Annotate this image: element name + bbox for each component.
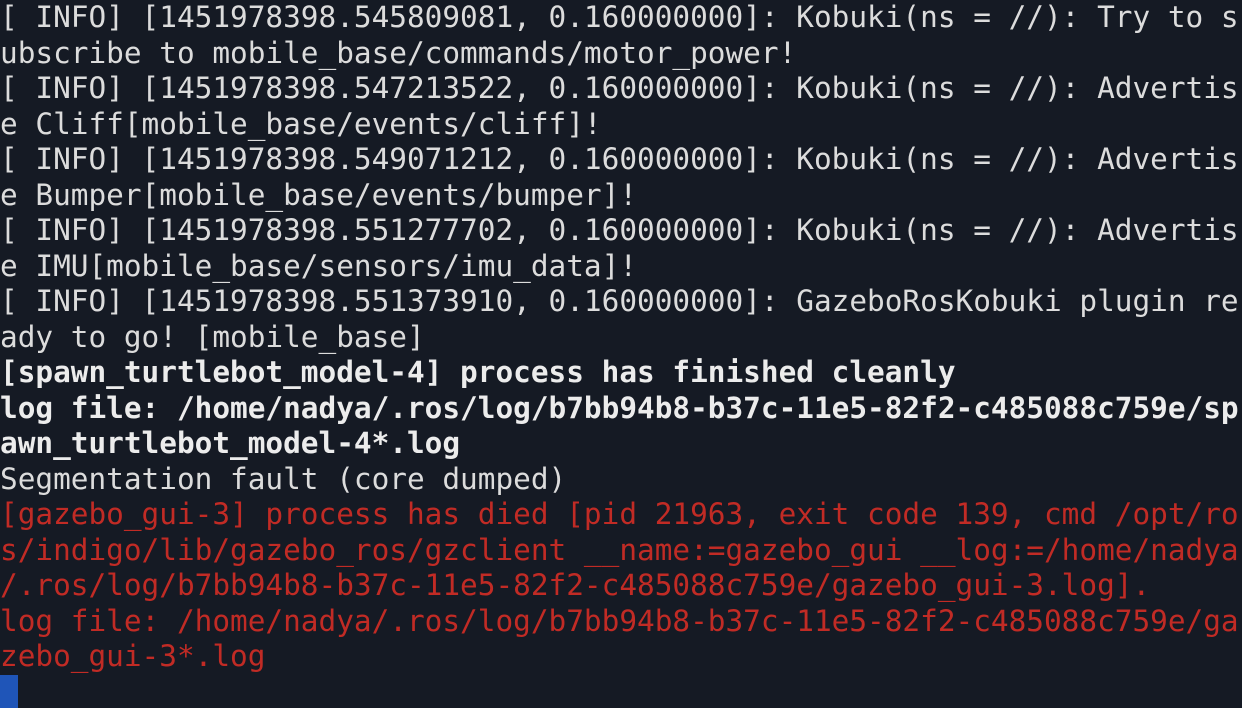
log-line-info: [ INFO] [1451978398.551277702, 0.1600000… — [0, 213, 1239, 247]
process-finished-line: [spawn_turtlebot_model-4] process has fi… — [0, 355, 956, 389]
log-line-info: e Cliff[mobile_base/events/cliff]! — [0, 106, 602, 141]
log-line-info: [ INFO] [1451978398.549071212, 0.1600000… — [0, 142, 1239, 176]
error-line: s/indigo/lib/gazebo_ros/gzclient __name:… — [0, 532, 1239, 567]
error-line: /.ros/log/b7bb94b8-b37c-11e5-82f2-c48508… — [0, 568, 1151, 602]
log-line-info: e Bumper[mobile_base/events/bumper]! — [0, 177, 638, 212]
log-line-info: [ INFO] [1451978398.551373910, 0.1600000… — [0, 284, 1239, 318]
log-file-line: log file: /home/nadya/.ros/log/b7bb94b8-… — [0, 390, 1239, 425]
log-line-info: [ INFO] [1451978398.547213522, 0.1600000… — [0, 71, 1239, 105]
log-line-info: e IMU[mobile_base/sensors/imu_data]! — [0, 248, 638, 283]
terminal-output: [ INFO] [1451978398.545809081, 0.1600000… — [0, 0, 1242, 675]
error-line: log file: /home/nadya/.ros/log/b7bb94b8-… — [0, 603, 1239, 638]
segfault-line: Segmentation fault (core dumped) — [0, 461, 567, 496]
terminal-window[interactable]: [ INFO] [1451978398.545809081, 0.1600000… — [0, 0, 1242, 708]
error-line: zebo_gui-3*.log — [0, 639, 266, 673]
error-line: [gazebo_gui-3] process has died [pid 219… — [0, 497, 1239, 531]
log-line-info: [ INFO] [1451978398.545809081, 0.1600000… — [0, 0, 1239, 34]
log-file-line: awn_turtlebot_model-4*.log — [0, 426, 461, 460]
log-line-info: ady to go! [mobile_base] — [0, 319, 425, 354]
log-line-info: ubscribe to mobile_base/commands/motor_p… — [0, 35, 797, 70]
terminal-cursor — [0, 675, 18, 708]
